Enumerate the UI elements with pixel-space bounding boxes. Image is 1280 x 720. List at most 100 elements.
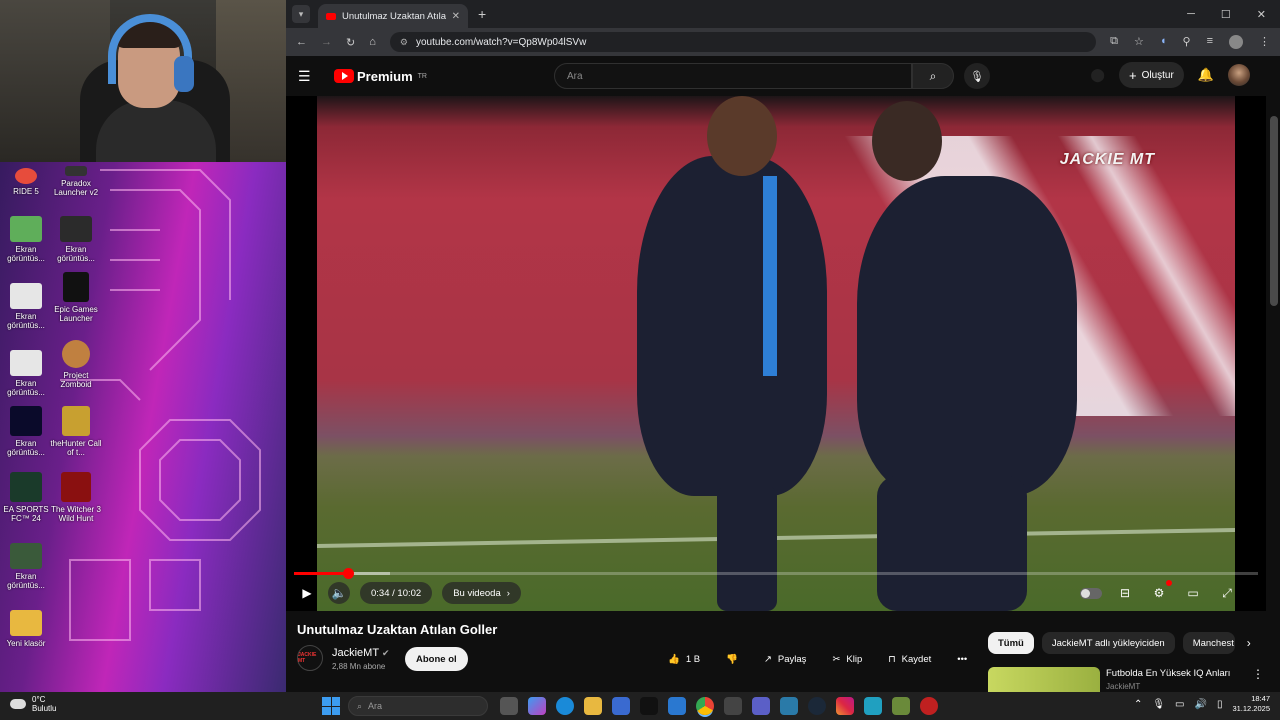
volume-icon[interactable]: 🔊 bbox=[1194, 699, 1206, 710]
notifications-bell-icon[interactable]: 🔔 bbox=[1198, 67, 1214, 83]
recommended-video[interactable]: Futbolda En Yüksek IQ Anları JackieMT ⋮ bbox=[988, 665, 1268, 692]
weather-widget[interactable]: 0°C Bulutlu bbox=[10, 695, 56, 713]
search-icon[interactable]: ⌕ bbox=[912, 63, 954, 89]
chevron-up-icon[interactable]: ⌃ bbox=[1134, 699, 1142, 710]
dislike-button[interactable]: 👎 bbox=[720, 647, 744, 671]
app-icon[interactable] bbox=[780, 697, 798, 715]
steam-icon[interactable] bbox=[808, 697, 826, 715]
profile-avatar-icon[interactable] bbox=[1229, 35, 1243, 49]
install-app-icon[interactable]: ⧉ bbox=[1110, 35, 1118, 49]
chevron-right-icon[interactable]: › bbox=[1247, 636, 1251, 650]
desktop-icon[interactable]: theHunter Call of t... bbox=[50, 406, 102, 457]
teams-icon[interactable] bbox=[752, 697, 770, 715]
desktop-icon[interactable]: Project Zomboid bbox=[50, 340, 102, 389]
desktop-icon[interactable]: Ekran görüntüs... bbox=[0, 406, 52, 457]
microphone-icon[interactable]: 🎙 bbox=[964, 63, 990, 89]
fullscreen-icon[interactable]: ⤢ bbox=[1216, 582, 1238, 604]
url-field[interactable]: ⚙ youtube.com/watch?v=Qp8Wp04lSVw bbox=[389, 32, 1097, 52]
desktop-icon[interactable]: Ekran görüntüs... bbox=[0, 543, 52, 590]
chrome-icon[interactable] bbox=[696, 697, 714, 715]
recommended-thumbnail[interactable] bbox=[988, 667, 1100, 692]
task-view-icon[interactable] bbox=[500, 697, 518, 715]
site-info-icon[interactable]: ⚙ bbox=[400, 37, 408, 48]
desktop-icon[interactable]: Paradox Launcher v2 bbox=[50, 166, 102, 197]
desktop-icon[interactable]: RIDE 5 bbox=[0, 168, 52, 196]
back-icon[interactable]: ← bbox=[296, 36, 307, 48]
desktop-icon[interactable]: EA SPORTS FC™ 24 bbox=[0, 472, 52, 523]
chapters-button[interactable]: Bu videoda › bbox=[442, 582, 521, 604]
video-player[interactable]: JACKIE MT ▶ 🔈 0:34 / 10:02 Bu videoda › bbox=[286, 96, 1266, 611]
battery-icon[interactable]: ▯ bbox=[1217, 699, 1223, 710]
account-avatar[interactable] bbox=[1228, 64, 1250, 86]
hamburger-menu-icon[interactable]: ☰ bbox=[298, 68, 322, 85]
chip-from-uploader[interactable]: JackieMT adlı yükleyiciden bbox=[1041, 632, 1175, 654]
desktop-icon[interactable]: Ekran görüntüs... bbox=[0, 216, 52, 263]
like-button[interactable]: 👍 1 B bbox=[662, 647, 706, 671]
close-tab-icon[interactable]: ✕ bbox=[452, 11, 460, 22]
desktop-icon[interactable]: Ekran görüntüs... bbox=[0, 283, 52, 330]
autoplay-toggle[interactable] bbox=[1080, 587, 1102, 599]
edge-icon[interactable] bbox=[556, 697, 574, 715]
chip-all[interactable]: Tümü bbox=[988, 632, 1034, 654]
file-explorer-icon[interactable] bbox=[584, 697, 602, 715]
cast-icon[interactable]: ⬤ bbox=[1090, 67, 1105, 83]
close-window-icon[interactable]: ✕ bbox=[1257, 8, 1266, 21]
taskbar: 0°C Bulutlu ⌕ Ara ⌃ 🎙 ▭ 🔊 ▯ 18:47 31.12.… bbox=[0, 692, 1280, 720]
home-icon[interactable]: ⌂ bbox=[369, 36, 376, 48]
desktop-icon[interactable]: Ekran görüntüs... bbox=[0, 350, 52, 397]
extensions-puzzle-icon[interactable]: ⚲ bbox=[1183, 35, 1191, 49]
search-input[interactable]: Ara bbox=[554, 63, 912, 89]
menu-dots-icon[interactable]: ⋮ bbox=[1259, 35, 1270, 49]
folder-icon bbox=[10, 610, 42, 636]
chip-manchester[interactable]: Manchest bbox=[1182, 632, 1235, 654]
browser-tab[interactable]: Unutulmaz Uzaktan Atılan Golle ✕ bbox=[318, 4, 468, 28]
desktop-icon[interactable]: Epic Games Launcher bbox=[50, 272, 102, 323]
maximize-icon[interactable]: ☐ bbox=[1221, 8, 1231, 21]
app-icon[interactable] bbox=[920, 697, 938, 715]
extension-icon[interactable]: ◖ bbox=[1160, 35, 1167, 49]
desktop-icon[interactable]: Ekran görüntüs... bbox=[50, 216, 102, 263]
network-icon[interactable]: ▭ bbox=[1175, 699, 1184, 710]
new-tab-icon[interactable]: + bbox=[478, 6, 486, 22]
recommended-channel: JackieMT bbox=[1106, 682, 1141, 691]
minecraft-icon[interactable] bbox=[892, 697, 910, 715]
channel-avatar[interactable]: JACKIE MT bbox=[297, 645, 323, 671]
theater-mode-icon[interactable]: ▭ bbox=[1182, 582, 1204, 604]
clock[interactable]: 18:47 31.12.2025 bbox=[1232, 694, 1270, 714]
reading-list-icon[interactable]: ≡ bbox=[1207, 35, 1213, 49]
share-button[interactable]: ↗ Paylaş bbox=[758, 647, 812, 671]
tab-search-icon[interactable]: ▾ bbox=[292, 5, 310, 23]
forward-icon[interactable]: → bbox=[321, 36, 332, 48]
subscribe-button[interactable]: Abone ol bbox=[405, 647, 468, 671]
minimize-icon[interactable]: ─ bbox=[1187, 8, 1195, 21]
play-icon[interactable]: ▶ bbox=[296, 582, 318, 604]
channel-name[interactable]: JackieMT ✔ bbox=[332, 647, 389, 659]
recommended-title[interactable]: Futbolda En Yüksek IQ Anları bbox=[1106, 668, 1230, 679]
instagram-icon[interactable] bbox=[836, 697, 854, 715]
mail-icon[interactable] bbox=[668, 697, 686, 715]
youtube-logo[interactable]: Premium TR bbox=[334, 69, 427, 84]
store-icon[interactable] bbox=[612, 697, 630, 715]
reload-icon[interactable]: ↻ bbox=[346, 36, 355, 49]
save-button[interactable]: ⊓ Kaydet bbox=[882, 647, 937, 671]
app-icon[interactable] bbox=[864, 697, 882, 715]
progress-bar[interactable] bbox=[294, 568, 1258, 579]
microphone-icon[interactable]: 🎙 bbox=[1152, 699, 1165, 710]
calculator-icon[interactable] bbox=[724, 697, 742, 715]
desktop-icon[interactable]: The Witcher 3 Wild Hunt bbox=[50, 472, 102, 523]
taskbar-search-input[interactable]: ⌕ Ara bbox=[348, 696, 488, 716]
thumbs-up-icon: 👍 bbox=[668, 653, 680, 665]
tiktok-icon[interactable] bbox=[640, 697, 658, 715]
create-button[interactable]: + Oluştur bbox=[1118, 62, 1184, 88]
settings-gear-icon[interactable]: ⚙ bbox=[1148, 580, 1172, 604]
bookmark-star-icon[interactable]: ☆ bbox=[1134, 35, 1144, 49]
page-scrollbar[interactable] bbox=[1270, 116, 1278, 306]
more-actions-icon[interactable]: ••• bbox=[951, 647, 973, 671]
windows-start-icon[interactable] bbox=[322, 697, 340, 715]
clip-button[interactable]: ✂ Klip bbox=[826, 647, 868, 671]
copilot-icon[interactable] bbox=[528, 697, 546, 715]
subtitles-icon[interactable]: ⊟ bbox=[1114, 582, 1136, 604]
volume-icon[interactable]: 🔈 bbox=[328, 582, 350, 604]
more-vert-icon[interactable]: ⋮ bbox=[1252, 667, 1264, 681]
desktop-icon[interactable]: Yeni klasör bbox=[0, 610, 52, 648]
